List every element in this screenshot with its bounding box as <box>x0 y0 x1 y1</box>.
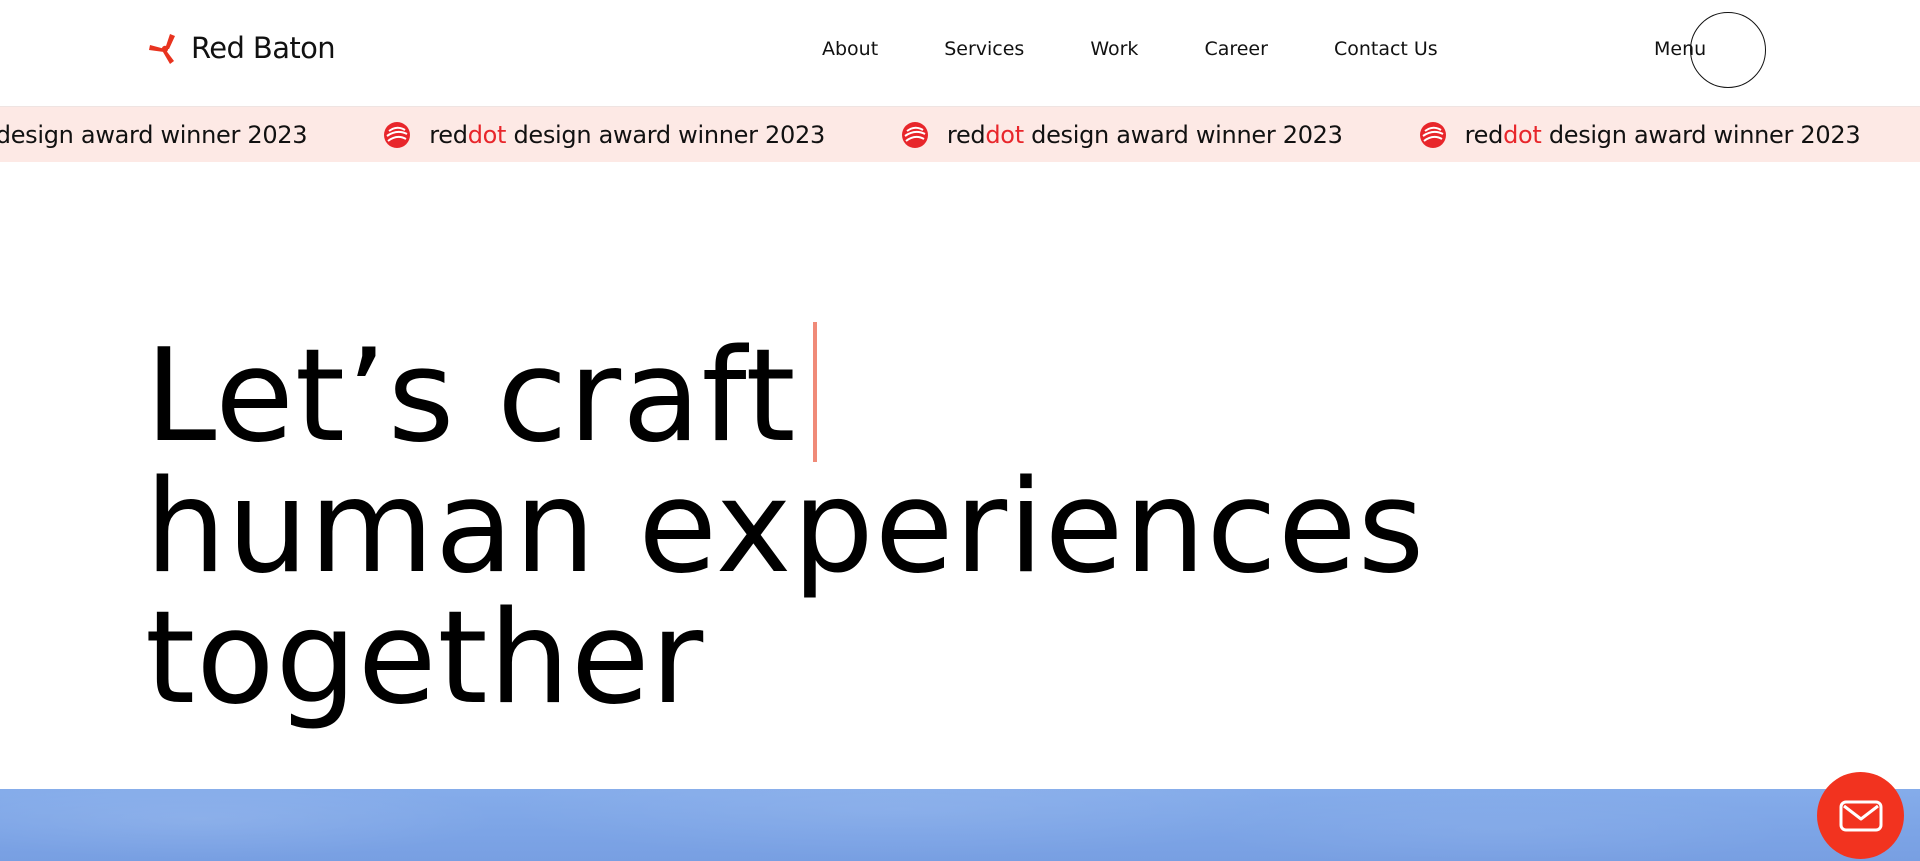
award-dot-word: dot <box>985 120 1024 149</box>
reddot-award-icon <box>384 121 411 148</box>
award-rest: design award winner 2023 <box>0 120 308 149</box>
award-text: reddot design award winner 2023 <box>1465 121 1861 149</box>
award-rest: design award winner 2023 <box>1541 120 1861 149</box>
nav-about[interactable]: About <box>822 38 878 60</box>
award-text: reddot design award winner 2023 <box>429 121 825 149</box>
menu-label: Menu <box>1654 38 1707 60</box>
nav-contact-us[interactable]: Contact Us <box>1334 38 1438 60</box>
award-item: reddot design award winner 2023 <box>1419 121 1861 149</box>
main-nav: About Services Work Career Contact Us <box>822 38 1438 60</box>
brand-logo-link[interactable]: Red Baton <box>148 31 336 65</box>
reddot-award-icon <box>901 121 928 148</box>
mail-icon <box>1839 800 1882 831</box>
hero-line-1: Let’s craft <box>145 322 1425 462</box>
contact-mail-button[interactable] <box>1817 772 1904 859</box>
award-marquee: dot design award winner 2023 reddot desi… <box>0 107 1920 162</box>
award-red-word: red <box>1464 120 1504 149</box>
award-rest: design award winner 2023 <box>1023 120 1343 149</box>
award-red-word: red <box>946 120 986 149</box>
award-text: dot design award winner 2023 <box>0 120 308 149</box>
nav-services[interactable]: Services <box>944 38 1024 60</box>
award-rest: design award winner 2023 <box>506 120 825 149</box>
hero-image-band <box>0 789 1920 861</box>
award-text: reddot design award winner 2023 <box>947 121 1343 149</box>
hero-section: Let’s craft human experiences together <box>145 322 1425 724</box>
typing-caret <box>812 322 817 462</box>
red-baton-logo-icon <box>149 34 175 64</box>
hero-line-2: human experiences <box>145 453 1426 602</box>
nav-career[interactable]: Career <box>1204 38 1268 60</box>
award-item-partial: dot design award winner 2023 <box>0 120 308 149</box>
menu-button[interactable]: Menu <box>1654 12 1766 90</box>
award-item: reddot design award winner 2023 <box>901 121 1343 149</box>
award-red-word: red <box>429 120 468 149</box>
award-marquee-track: dot design award winner 2023 reddot desi… <box>0 107 1920 162</box>
reddot-award-icon <box>1419 121 1446 148</box>
hero-heading: Let’s craft human experiences together <box>145 322 1425 724</box>
award-dot-word: dot <box>1503 120 1542 149</box>
brand-name: Red Baton <box>191 31 336 65</box>
site-header: Red Baton About Services Work Career Con… <box>0 0 1920 107</box>
award-item: reddot design award winner 2023 <box>383 121 825 149</box>
nav-work[interactable]: Work <box>1090 38 1138 60</box>
hero-line-3: together <box>145 584 705 733</box>
hero-line-1-text: Let’s craft <box>145 322 797 471</box>
award-dot-word: dot <box>467 120 507 149</box>
